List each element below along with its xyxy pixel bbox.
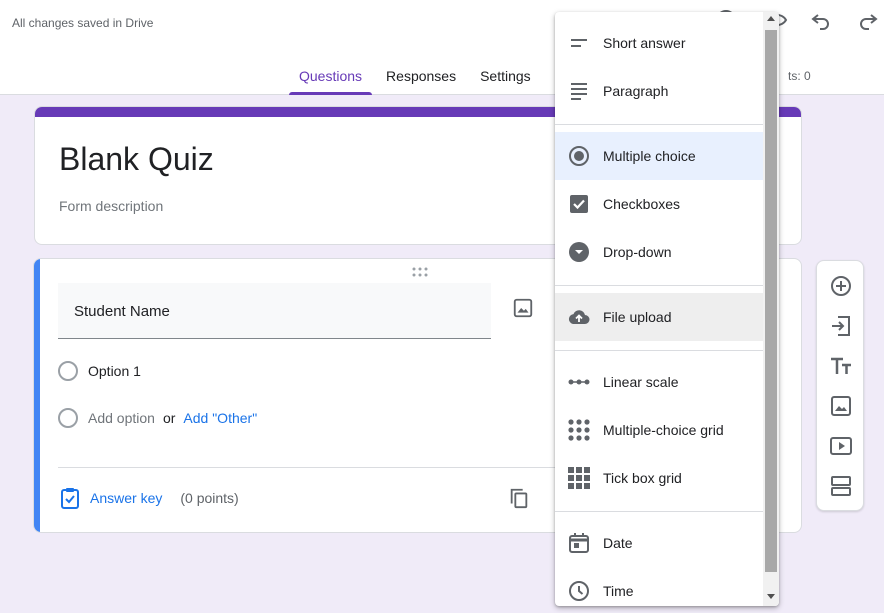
add-image-icon[interactable]	[512, 297, 534, 319]
add-option-row: Add option or Add "Other"	[58, 408, 257, 428]
radio-circle-icon	[58, 361, 78, 381]
menu-item-label: Checkboxes	[603, 196, 681, 212]
menu-item-label: Time	[603, 583, 634, 599]
menu-item-date[interactable]: Date	[555, 519, 763, 567]
paragraph-icon	[571, 83, 587, 100]
menu-item-label: Linear scale	[603, 374, 679, 390]
menu-item-label: Paragraph	[603, 83, 669, 99]
menu-item-tick-box-grid[interactable]: Tick box grid	[555, 454, 763, 502]
scroll-down-arrow-icon[interactable]	[767, 594, 775, 599]
menu-divider	[555, 124, 763, 125]
menu-scrollbar[interactable]	[763, 12, 779, 606]
tab-settings[interactable]: Settings	[470, 60, 541, 93]
menu-item-label: Multiple-choice grid	[603, 422, 724, 438]
menu-item-linear-scale[interactable]: Linear scale	[555, 358, 763, 406]
menu-item-label: Drop-down	[603, 244, 672, 260]
image-icon[interactable]	[829, 394, 853, 418]
question-points: (0 points)	[180, 490, 239, 506]
form-description-field[interactable]: Form description	[59, 198, 163, 214]
active-question-indicator	[34, 259, 40, 532]
menu-item-time[interactable]: Time	[555, 567, 763, 606]
tab-questions[interactable]: Questions	[289, 60, 373, 95]
duplicate-icon[interactable]	[508, 487, 530, 509]
form-title[interactable]: Blank Quiz	[59, 141, 214, 178]
or-text: or	[162, 410, 176, 426]
answer-key-label: Answer key	[90, 490, 163, 506]
square-grid-icon	[568, 467, 590, 489]
menu-divider	[555, 285, 763, 286]
menu-divider	[555, 511, 763, 512]
question-title-input[interactable]: Student Name	[58, 283, 491, 339]
option-row[interactable]: Option 1	[58, 361, 141, 381]
floating-toolbar	[816, 260, 864, 511]
calendar-icon	[569, 533, 589, 553]
clipboard-check-icon	[61, 488, 79, 509]
title-icon[interactable]	[829, 354, 853, 378]
import-icon[interactable]	[829, 314, 853, 338]
clock-icon	[569, 581, 589, 601]
short-answer-icon	[571, 39, 587, 47]
linear-scale-icon	[568, 379, 590, 385]
total-points: ts: 0	[788, 69, 811, 83]
menu-item-drop-down[interactable]: Drop-down	[555, 228, 763, 276]
add-option-link[interactable]: Add option	[88, 410, 155, 426]
menu-item-multiple-choice-grid[interactable]: Multiple-choice grid	[555, 406, 763, 454]
menu-item-label: Short answer	[603, 35, 686, 51]
scroll-up-arrow-icon[interactable]	[767, 16, 775, 21]
menu-item-checkboxes[interactable]: Checkboxes	[555, 180, 763, 228]
answer-key-button[interactable]: Answer key (0 points)	[60, 487, 239, 509]
add-circle-icon[interactable]	[829, 274, 853, 298]
drag-handle-icon[interactable]	[412, 267, 428, 277]
main-tabs: Questions Responses Settings	[289, 60, 545, 95]
menu-item-label: Date	[603, 535, 633, 551]
menu-item-label: Tick box grid	[603, 470, 682, 486]
dot-grid-icon	[568, 419, 590, 441]
radio-button-icon	[569, 146, 589, 166]
cloud-upload-icon	[568, 310, 590, 324]
menu-item-label: File upload	[603, 309, 672, 325]
video-icon[interactable]	[829, 434, 853, 458]
option-label[interactable]: Option 1	[88, 363, 141, 379]
menu-item-label: Multiple choice	[603, 148, 696, 164]
checkbox-icon	[570, 195, 588, 213]
save-status: All changes saved in Drive	[12, 16, 154, 30]
tab-responses[interactable]: Responses	[376, 60, 466, 93]
radio-circle-icon	[58, 408, 78, 428]
question-type-menu: Short answer Paragraph Multiple choice C…	[555, 12, 779, 606]
menu-item-file-upload[interactable]: File upload	[555, 293, 763, 341]
redo-icon[interactable]	[856, 8, 880, 32]
section-icon[interactable]	[829, 474, 853, 498]
menu-item-paragraph[interactable]: Paragraph	[555, 67, 763, 115]
add-other-link[interactable]: Add "Other"	[183, 410, 257, 426]
menu-item-short-answer[interactable]: Short answer	[555, 19, 763, 67]
dropdown-circle-icon	[569, 242, 589, 262]
menu-item-multiple-choice[interactable]: Multiple choice	[555, 132, 763, 180]
scroll-thumb[interactable]	[765, 30, 777, 572]
undo-icon[interactable]	[809, 8, 833, 32]
question-title-text: Student Name	[74, 303, 170, 320]
divider	[58, 467, 578, 468]
menu-divider	[555, 350, 763, 351]
